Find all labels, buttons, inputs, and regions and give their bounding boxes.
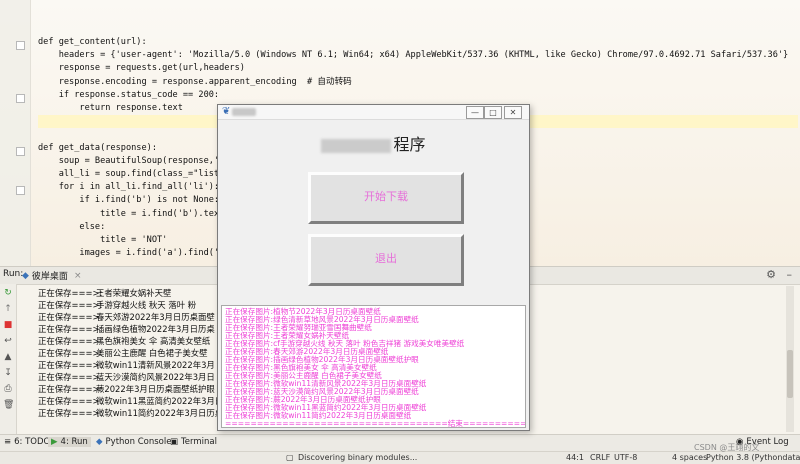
code-line: images = i.find('a').find('im xyxy=(38,248,230,259)
gear-icon[interactable]: ⚙ xyxy=(766,268,776,281)
line-separator[interactable]: CRLF xyxy=(590,453,610,462)
start-download-button[interactable]: 开始下载 xyxy=(308,172,464,224)
tab-terminal[interactable]: ▣ Terminal xyxy=(170,437,217,447)
console-line: 正在保存===>:微软win11简约2022年3月日历桌 xyxy=(38,408,224,418)
console-line: 正在保存===>:微软win11清新风景2022年3月 xyxy=(38,360,215,370)
app-title-redacted xyxy=(232,108,256,116)
terminal-icon: ▣ xyxy=(170,437,179,447)
code-line: def get_content(url): xyxy=(38,37,147,47)
editor-gutter xyxy=(0,0,31,266)
code-line: return response.text xyxy=(38,103,183,114)
play-icon: ▶ xyxy=(51,437,58,447)
console-line: 正在保存===>:蕨2022年3月日历桌面壁纸护眼 xyxy=(38,384,215,394)
list-icon: ≡ xyxy=(4,437,12,447)
maximize-button[interactable]: □ xyxy=(484,106,502,119)
minimize-icon[interactable]: – xyxy=(787,268,793,281)
console-line: 正在保存===>:黑色旗袍美女 伞 高清美女壁纸 xyxy=(38,336,211,346)
soft-wrap-icon[interactable]: ↩ xyxy=(3,336,13,346)
pin-icon[interactable]: ▲ xyxy=(3,352,13,362)
app-window: ❦ — □ ✕ 程序 开始下载 退出 正在保存图片:植物节2022年3月日历桌面… xyxy=(217,104,530,431)
run-label: Run: xyxy=(3,269,24,279)
heading-suffix: 程序 xyxy=(393,135,426,154)
console-line: 正在保存===>:王者荣耀女娲补天壁 xyxy=(38,288,172,298)
cursor-position[interactable]: 44:1 xyxy=(566,453,584,462)
code-line: if response.status_code == 200: xyxy=(38,89,220,100)
run-config-name: 彼岸桌面 xyxy=(31,272,68,282)
tab-python-console[interactable]: ◆ Python Console xyxy=(96,437,171,447)
run-toolbar: ↻ ↑ ■ ↩ ▲ ↧ ⎙ 🗑 xyxy=(0,284,17,434)
code-line: response.encoding = response.apparent_en… xyxy=(38,76,352,87)
fold-marker[interactable] xyxy=(16,41,25,50)
code-line: all_li = soup.find(class_="list") xyxy=(38,169,230,180)
code-line: else: xyxy=(38,221,106,232)
code-line: for i in all_li.find_all('li'): xyxy=(38,182,220,193)
code-line: if i.find('b') is not None: xyxy=(38,195,220,206)
code-line: title = i.find('b').text xyxy=(38,208,225,219)
console-line: 正在保存===>:插画绿色植物2022年3月日历桌 xyxy=(38,324,215,334)
console-line: 正在保存===>:美丽公主鹿醒 白色裙子美女壁 xyxy=(38,348,208,358)
console-line: 正在保存===>:蓝天沙漠简约风景2022年3月日 xyxy=(38,372,215,382)
python-icon: ◆ xyxy=(96,437,103,447)
log-line: ===================================结束===… xyxy=(225,419,526,428)
minimize-button[interactable]: — xyxy=(466,106,484,119)
indent-setting[interactable]: 4 spaces xyxy=(672,453,707,462)
exit-button[interactable]: 退出 xyxy=(308,234,464,286)
scroll-to-end-icon[interactable]: ↧ xyxy=(3,368,13,378)
python-file-icon: ◆ xyxy=(22,270,29,281)
tab-todo[interactable]: ≡ 6: TODO xyxy=(4,437,50,447)
file-encoding[interactable]: UTF-8 xyxy=(614,453,637,462)
code-line: def get_data(response): xyxy=(38,142,157,153)
tab-run[interactable]: ▶ 4: Run xyxy=(48,437,91,447)
heading-redacted xyxy=(321,138,392,153)
app-heading: 程序 xyxy=(218,131,529,155)
code-line: headers = {'user-agent': 'Mozilla/5.0 (W… xyxy=(38,50,789,61)
console-line: 正在保存===>:春天郊游2022年3月日历桌面壁 xyxy=(38,312,215,322)
code-line: soup = BeautifulSoup(response,'lx xyxy=(38,155,230,166)
close-icon[interactable]: × xyxy=(74,271,82,281)
fold-marker[interactable] xyxy=(16,94,25,103)
watermark: CSDN @王翊的文 xyxy=(694,443,760,452)
print-icon[interactable]: ⎙ xyxy=(3,384,13,394)
python-interpreter[interactable]: Python 3.8 (Pythondata) xyxy=(706,453,800,462)
status-message: Discovering binary modules... xyxy=(298,453,418,462)
status-bar: ▢ Discovering binary modules... 44:1 CRL… xyxy=(0,451,800,464)
arrow-up-icon[interactable]: ↑ xyxy=(3,304,13,314)
log-textbox[interactable]: 正在保存图片:植物节2022年3月日历桌面壁纸 正在保存图片:绿色清新草地风景2… xyxy=(221,305,526,428)
app-titlebar[interactable]: ❦ — □ ✕ xyxy=(218,105,529,120)
run-config-tab[interactable]: ◆ 彼岸桌面 × xyxy=(22,269,82,283)
tool-window-tabs: ≡ 6: TODO ▶ 4: Run ◆ Python Console ▣ Te… xyxy=(0,434,800,451)
close-button[interactable]: ✕ xyxy=(504,106,522,119)
feather-icon: ❦ xyxy=(222,106,231,117)
fold-marker[interactable] xyxy=(16,186,25,195)
console-line: 正在保存===>:微软win11黑蓝简约2022年3月日 xyxy=(38,396,224,406)
console-line: 正在保存===>:手游穿越火线 秋天 落叶 粉 xyxy=(38,300,197,310)
code-line: title = 'NOT' xyxy=(38,235,168,246)
stop-icon[interactable]: ■ xyxy=(3,320,13,330)
trash-icon[interactable]: 🗑 xyxy=(3,400,14,410)
fold-marker[interactable] xyxy=(16,147,25,156)
progress-icon: ▢ xyxy=(286,453,294,462)
code-line: response = requests.get(url,headers) xyxy=(38,63,245,74)
console-scrollbar-thumb[interactable] xyxy=(787,350,793,398)
rerun-icon[interactable]: ↻ xyxy=(3,288,13,298)
